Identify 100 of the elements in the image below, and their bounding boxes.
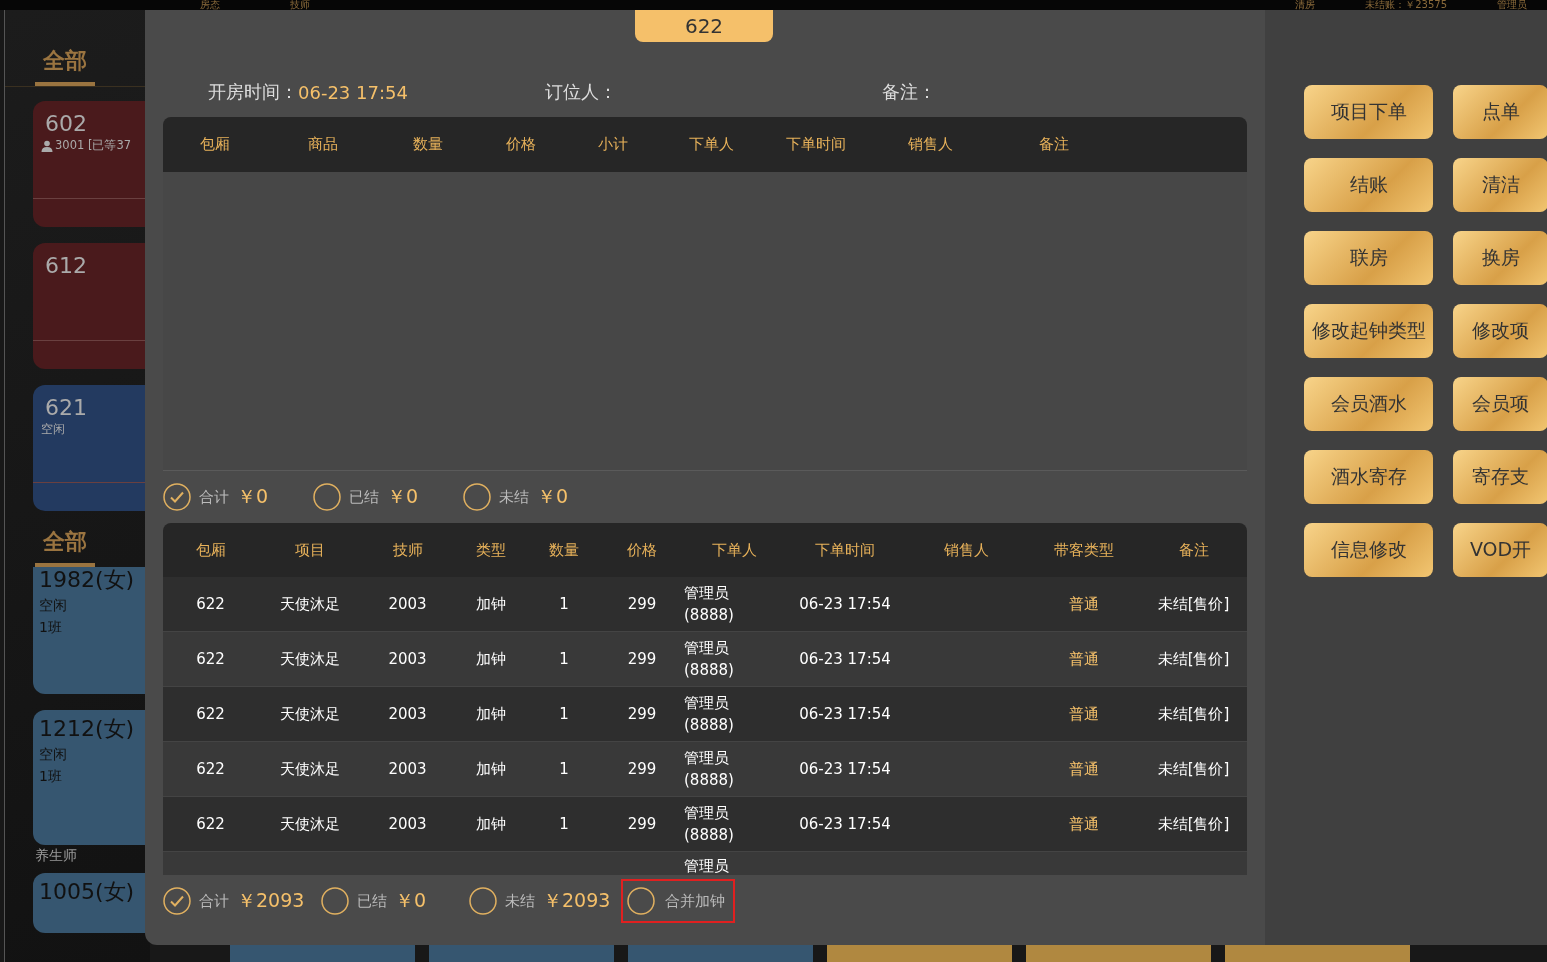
checkbox[interactable] (463, 483, 491, 511)
column-header: 下单时间 (814, 540, 876, 560)
table-cell: 天使沐足 (280, 594, 340, 613)
table-cell: 06-23 17:54 (799, 650, 891, 668)
info-value: 06-23 17:54 (298, 81, 408, 103)
room-card[interactable]: 612 (33, 243, 145, 369)
table-cell: 天使沐足 (280, 704, 340, 723)
info-label: 备注： (882, 80, 936, 104)
column-header: 项目 (294, 540, 326, 560)
action-button[interactable]: VOD开 (1453, 523, 1547, 577)
total-amount: ￥0 (395, 888, 427, 913)
table-cell: 06-23 17:54 (799, 595, 891, 613)
table-cell: 加钟 (475, 594, 506, 613)
action-button[interactable]: 修改项 (1453, 304, 1547, 358)
table-cell: 管理员 (8888) (684, 584, 734, 624)
nav-tab[interactable]: 房态 (200, 0, 220, 10)
column-header: 包厢 (199, 135, 231, 154)
column-header: 下单人 (711, 540, 758, 560)
nav-tab[interactable]: 技师 (290, 0, 310, 10)
table-cell: 管理员 (684, 857, 729, 875)
table-cell: 2003 (388, 760, 427, 778)
action-button[interactable]: 寄存支 (1453, 450, 1547, 504)
action-button[interactable]: 点单 (1453, 85, 1547, 139)
table-cell: 299 (627, 815, 657, 833)
column-header: 数量 (548, 540, 580, 560)
table-cell: 2003 (388, 595, 427, 613)
therapist-name: 1212(女) (39, 716, 136, 742)
column-header: 价格 (504, 135, 537, 154)
action-button[interactable]: 信息修改 (1304, 523, 1433, 577)
therapist-name: 1005(女) (39, 879, 136, 905)
column-header: 小计 (597, 135, 629, 154)
action-button[interactable]: 结账 (1304, 158, 1433, 212)
table-cell: 622 (196, 815, 225, 833)
total-amount: ￥0 (537, 484, 569, 509)
group-label: 养生师 (35, 847, 78, 865)
table-cell: 299 (627, 595, 657, 613)
total-amount: ￥2093 (237, 888, 305, 913)
table-cell: 普通 (1069, 594, 1099, 613)
total-label: 合计 (199, 487, 229, 507)
table-cell: 未结[售价] (1157, 759, 1230, 778)
action-button[interactable]: 修改起钟类型 (1304, 304, 1433, 358)
table-cell: 622 (196, 760, 225, 778)
action-button[interactable]: 联房 (1304, 231, 1433, 285)
checkbox[interactable] (469, 887, 497, 915)
action-button[interactable]: 会员酒水 (1304, 377, 1433, 431)
column-header: 销售人 (906, 135, 954, 154)
table-cell: 未结[售价] (1157, 649, 1230, 668)
room-card[interactable]: 602 3001 [已等37 (33, 101, 145, 227)
table-cell: 加钟 (475, 814, 506, 833)
table-cell: 06-23 17:54 (799, 760, 891, 778)
column-header: 类型 (474, 540, 507, 560)
table-cell: 未结[售价] (1157, 594, 1230, 613)
table-cell: 299 (627, 650, 657, 668)
action-button[interactable]: 换房 (1453, 231, 1547, 285)
room-tab[interactable]: 622 (635, 10, 773, 42)
checkbox[interactable] (321, 887, 349, 915)
table-cell: 管理员 (8888) (684, 694, 734, 734)
status-text: 管理员 (1497, 0, 1527, 10)
table-cell: 加钟 (475, 704, 506, 723)
table-cell: 1 (559, 760, 569, 778)
checkbox[interactable] (313, 483, 341, 511)
info-label: 开房时间： (208, 80, 298, 104)
column-header: 商品 (307, 135, 339, 154)
table-cell: 622 (196, 705, 225, 723)
therapist-status: 空闲 (39, 746, 68, 764)
checkbox[interactable] (627, 887, 655, 915)
column-header: 价格 (626, 540, 658, 560)
table-cell: 管理员 (8888) (684, 639, 734, 679)
action-button[interactable]: 会员项 (1453, 377, 1547, 431)
table-cell: 未结[售价] (1157, 814, 1230, 833)
table-cell: 2003 (388, 650, 427, 668)
room-number: 612 (45, 253, 88, 278)
table-cell: 1 (559, 815, 569, 833)
table-cell: 06-23 17:54 (799, 705, 891, 723)
status-text: 未结账：￥23575 (1365, 0, 1447, 10)
total-amount: ￥0 (387, 484, 419, 509)
table-cell: 622 (196, 595, 225, 613)
room-card[interactable]: 621 空闲 (33, 385, 145, 511)
therapist-status: 空闲 (39, 597, 68, 615)
room-number: 621 (45, 395, 88, 420)
therapist-shift: 1班 (39, 768, 63, 786)
action-button[interactable]: 项目下单 (1304, 85, 1433, 139)
table-cell: 2003 (388, 815, 427, 833)
checkbox[interactable] (163, 887, 191, 915)
total-label: 未结 (499, 487, 529, 507)
total-label: 已结 (349, 487, 379, 507)
total-label: 合并加钟 (665, 891, 725, 911)
total-label: 合计 (199, 891, 229, 911)
table-cell: 06-23 17:54 (799, 815, 891, 833)
table-cell: 299 (627, 760, 657, 778)
action-button[interactable]: 酒水寄存 (1304, 450, 1433, 504)
table-cell: 1 (559, 705, 569, 723)
column-header: 下单时间 (784, 135, 847, 154)
table-cell: 管理员 (8888) (684, 804, 734, 844)
table-cell: 天使沐足 (280, 649, 340, 668)
checkbox[interactable] (163, 483, 191, 511)
action-button[interactable]: 清洁 (1453, 158, 1547, 212)
table-cell: 管理员 (8888) (684, 749, 734, 789)
column-header: 销售人 (943, 540, 990, 560)
column-header: 数量 (411, 135, 444, 154)
